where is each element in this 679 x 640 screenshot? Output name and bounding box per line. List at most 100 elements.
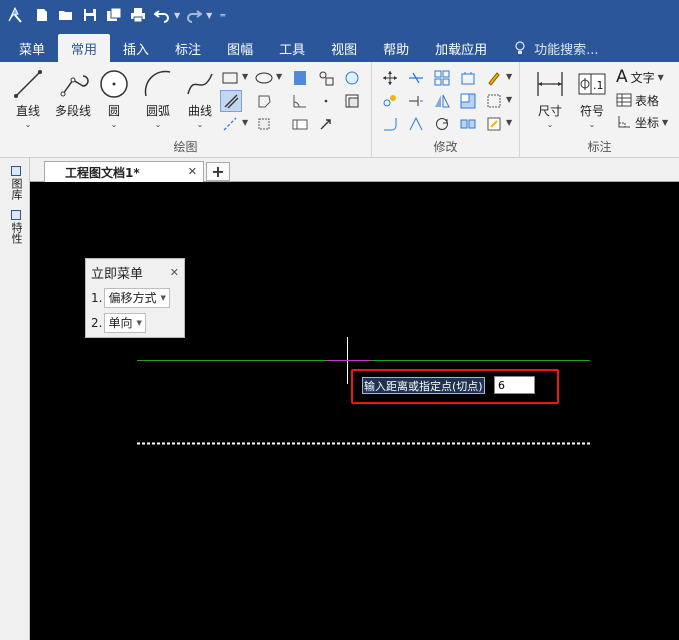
chamfer-icon[interactable] (406, 114, 426, 134)
explode-icon[interactable] (484, 91, 504, 111)
save-all-icon[interactable] (104, 5, 124, 25)
stretch-icon[interactable] (458, 91, 478, 111)
quick-access-toolbar: ▼ ▼ ═ (32, 5, 225, 25)
save-icon[interactable] (80, 5, 100, 25)
point-icon[interactable] (316, 91, 336, 111)
new-document-tab-button[interactable]: + (206, 162, 230, 181)
undo-dropdown-icon[interactable]: ▼ (174, 11, 180, 20)
tab-view[interactable]: 视图 (318, 34, 370, 62)
document-tab[interactable]: 工程图文档1* ✕ (44, 161, 204, 182)
side-panel: 图库 特性 (0, 158, 30, 640)
chevron-down-icon[interactable]: ▼ (242, 118, 248, 127)
side-tab-library[interactable]: 图库 (8, 166, 24, 200)
trim-icon[interactable] (406, 68, 426, 88)
edit-properties-icon[interactable] (484, 114, 504, 134)
rectangle-icon[interactable] (220, 68, 240, 88)
feature-search[interactable]: 功能搜索... (514, 34, 599, 62)
rotate-icon[interactable] (432, 114, 452, 134)
mirror-icon[interactable] (432, 91, 452, 111)
geometric-tolerance-icon: .1 (575, 68, 609, 100)
centerline-icon[interactable] (220, 114, 240, 134)
line-icon (11, 68, 45, 100)
tab-annotate[interactable]: 标注 (162, 34, 214, 62)
polyline-button[interactable]: 多段线 (51, 68, 95, 130)
angle-line-icon[interactable] (290, 91, 310, 111)
immediate-menu-row-2: 2. 单向 ▼ (86, 310, 184, 335)
chevron-down-icon[interactable]: ▼ (506, 72, 512, 81)
curve-icon (183, 68, 217, 100)
close-icon[interactable]: ✕ (188, 165, 197, 178)
ribbon-panel: 直线 ⌄ 多段线 圆 ⌄ 圆弧 ⌄ 曲线 ⌄ ▼ ▼ ▼ 绘图 ▼ ▼ ▼ 修改… (0, 62, 679, 158)
arrow-icon[interactable] (316, 114, 336, 134)
chevron-down-icon: ⌄ (546, 120, 554, 129)
polyline-icon (56, 68, 90, 100)
tab-menu[interactable]: 菜单 (6, 34, 58, 62)
wave-line-icon[interactable] (290, 114, 310, 134)
chevron-down-icon[interactable]: ▼ (242, 72, 248, 81)
draw-group: 直线 ⌄ 多段线 圆 ⌄ 圆弧 ⌄ 曲线 ⌄ ▼ ▼ ▼ 绘图 (0, 62, 372, 158)
chevron-down-icon[interactable]: ▼ (276, 72, 282, 81)
scale-icon[interactable] (458, 68, 478, 88)
pen-icon[interactable] (484, 68, 504, 88)
distance-input[interactable] (494, 376, 535, 394)
coordinate-icon (618, 116, 630, 128)
close-icon[interactable]: ✕ (170, 266, 179, 279)
dimension-button[interactable]: 尺寸 ⌄ (530, 68, 570, 130)
tab-drawing-frame[interactable]: 图幅 (214, 34, 266, 62)
move-icon[interactable] (380, 68, 400, 88)
text-button[interactable]: A 文字 ▼ (616, 67, 664, 87)
tab-help[interactable]: 帮助 (370, 34, 422, 62)
hatch-icon[interactable] (290, 68, 310, 88)
fillet-icon[interactable] (380, 114, 400, 134)
redo-icon[interactable] (184, 5, 204, 25)
arc-button[interactable]: 圆弧 ⌄ (138, 68, 178, 130)
circle-button[interactable]: 圆 ⌄ (94, 68, 134, 130)
ribbon-tab-row: 菜单 常用 插入 标注 图幅 工具 视图 帮助 加载应用 功能搜索... (0, 30, 679, 62)
break-icon[interactable] (458, 114, 478, 134)
offset-line-icon[interactable] (220, 90, 242, 112)
undo-icon[interactable] (152, 5, 172, 25)
tab-common[interactable]: 常用 (58, 34, 111, 62)
text-icon: A (616, 67, 628, 87)
chevron-down-icon[interactable]: ▼ (506, 95, 512, 104)
print-icon[interactable] (128, 5, 148, 25)
chevron-down-icon: ▼ (136, 318, 142, 327)
chevron-down-icon: ⌄ (24, 120, 32, 129)
drawing-canvas[interactable] (31, 183, 679, 640)
open-folder-icon[interactable] (56, 5, 76, 25)
curve-button[interactable]: 曲线 ⌄ (180, 68, 220, 130)
tab-insert[interactable]: 插入 (110, 34, 162, 62)
redo-dropdown-icon[interactable]: ▼ (206, 11, 212, 20)
chevron-down-icon: ⌄ (110, 120, 118, 129)
library-icon (11, 166, 21, 176)
coordinate-button[interactable]: 坐标 ▼ (616, 112, 668, 132)
frame-icon[interactable] (342, 91, 362, 111)
cloud-icon[interactable] (342, 68, 362, 88)
line-button[interactable]: 直线 ⌄ (8, 68, 48, 130)
table-icon (616, 93, 632, 107)
side-tab-properties[interactable]: 特性 (8, 210, 24, 244)
copy-icon[interactable] (380, 91, 400, 111)
immediate-menu-header: 立即菜单 ✕ (86, 259, 184, 285)
direction-select[interactable]: 单向 ▼ (104, 312, 146, 333)
dimension-icon (533, 68, 567, 100)
offset-mode-select[interactable]: 偏移方式 ▼ (104, 287, 170, 308)
array-icon[interactable] (432, 68, 452, 88)
app-logo-icon[interactable] (4, 4, 26, 26)
chevron-down-icon: ▼ (662, 117, 669, 127)
boundary-box-icon[interactable] (254, 114, 274, 134)
chevron-down-icon[interactable]: ▼ (506, 118, 512, 127)
ellipse-icon[interactable] (254, 68, 274, 88)
customize-qat-icon[interactable]: ═ (220, 11, 225, 20)
polygon-icon[interactable] (254, 91, 274, 111)
table-button[interactable]: 表格 (616, 90, 659, 110)
tab-load-apps[interactable]: 加载应用 (422, 34, 500, 62)
modify-group-label: 修改 (433, 140, 458, 154)
distance-prompt-label: 输入距离或指定点(切点) (362, 377, 485, 394)
block-icon[interactable] (316, 68, 336, 88)
symbol-button[interactable]: .1 符号 ⌄ (572, 68, 612, 130)
new-file-icon[interactable] (32, 5, 52, 25)
tab-tools[interactable]: 工具 (266, 34, 318, 62)
circle-icon (97, 68, 131, 100)
extend-icon[interactable] (406, 91, 426, 111)
